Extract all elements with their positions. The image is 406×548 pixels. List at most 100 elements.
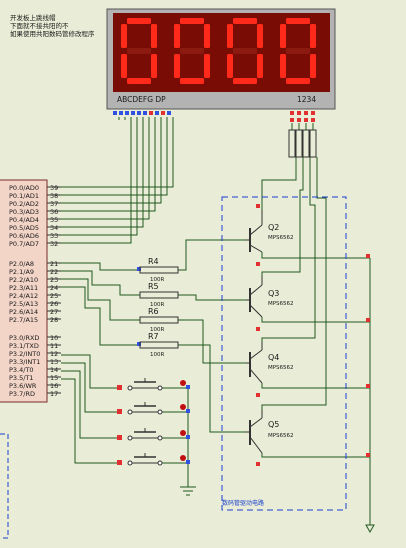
segment-b xyxy=(204,24,210,48)
mcu-pin-label: P2.3/A11 xyxy=(9,284,38,292)
segment-c xyxy=(257,54,263,78)
mcu-pin-number: 12 xyxy=(50,350,58,358)
mcu-pin-number: 16 xyxy=(50,382,58,390)
segment-c xyxy=(204,54,210,78)
segment-e xyxy=(227,54,233,78)
mcu-pin-number: 35 xyxy=(50,216,58,224)
mcu-pin-number: 28 xyxy=(50,316,58,324)
mcu-pin-label: P2.1/A9 xyxy=(9,268,34,276)
segment-f xyxy=(121,24,127,48)
mcu-pin-number: 33 xyxy=(50,232,58,240)
transistor-q2: Q2 MPS6562 xyxy=(246,204,294,266)
segment-d xyxy=(180,78,204,84)
segment-g xyxy=(286,48,310,54)
transistor-q5: Q5 MPS6562 xyxy=(246,410,294,466)
mcu-pin-label: P0.0/AD0 xyxy=(9,184,39,192)
transistor-q3: Q3 MPS6562 xyxy=(246,276,294,331)
mcu-pin-number: 21 xyxy=(50,260,58,268)
segment-pins xyxy=(113,111,171,115)
segment-d xyxy=(127,78,151,84)
segment-e xyxy=(280,54,286,78)
mcu-pin-label: P3.2/INT0 xyxy=(9,350,40,358)
mcu-pin-label: P2.7/A15 xyxy=(9,316,38,324)
segment-b xyxy=(151,24,157,48)
mcu-pin-label: P2.0/A8 xyxy=(9,260,34,268)
segment-a xyxy=(127,18,151,24)
transistor-label: Q2 xyxy=(268,223,279,232)
mcu-pin-number: 27 xyxy=(50,308,58,316)
segment-g xyxy=(127,48,151,54)
mcu-pin-label: P3.0/RXD xyxy=(9,334,39,342)
mcu-pin-label: P0.7/AD7 xyxy=(9,240,39,248)
push-buttons[interactable] xyxy=(117,378,190,466)
mcu-pin-label: P0.3/AD3 xyxy=(9,208,39,216)
transistor-q4: Q4 MPS6562 xyxy=(246,342,294,397)
mcu-pin-number: 22 xyxy=(50,268,58,276)
resistor-r4: R4 100R xyxy=(139,257,179,283)
mcu-pin-number: 37 xyxy=(50,200,58,208)
mcu-pin-label: P3.6/WR xyxy=(9,382,37,390)
mcu-pin-label: P3.7/RD xyxy=(9,390,35,398)
mcu-pin-number: 15 xyxy=(50,374,58,382)
resistor-label: R7 xyxy=(148,332,159,341)
rail-dots xyxy=(366,254,370,457)
mcu-pin-label: P0.1/AD1 xyxy=(9,192,39,200)
mcu-pin-number: 10 xyxy=(50,334,58,342)
driver-box-label: 数码管驱动电路 xyxy=(222,499,264,507)
segment-b xyxy=(310,24,316,48)
mcu-pin-label: P0.6/AD6 xyxy=(9,232,39,240)
segment-d xyxy=(286,78,310,84)
segment-g xyxy=(180,48,204,54)
mcu-pin-label: P2.4/A12 xyxy=(9,292,38,300)
mcu-pin-number: 39 xyxy=(50,184,58,192)
mcu-pin-number: 26 xyxy=(50,300,58,308)
transistor-part: MPS6562 xyxy=(268,433,294,439)
resistor-label: R5 xyxy=(148,282,159,291)
mcu-pin-label: P3.1/TXD xyxy=(9,342,39,350)
transistor-label: Q5 xyxy=(268,420,279,429)
transistor-part: MPS6562 xyxy=(268,365,294,371)
segment-c xyxy=(151,54,157,78)
mcu-pin-label: P2.6/A14 xyxy=(9,308,38,316)
transistor-label: Q3 xyxy=(268,289,279,298)
segment-e xyxy=(174,54,180,78)
driver-circuit-box xyxy=(221,196,347,511)
mcu-pin-label: P2.5/A13 xyxy=(9,300,38,308)
seven-segment-display: ABCDEFG DP 1234 xyxy=(106,8,336,110)
segment-f xyxy=(227,24,233,48)
segment-f xyxy=(280,24,286,48)
transistor-label: Q4 xyxy=(268,353,279,362)
mcu-pin-number: 36 xyxy=(50,208,58,216)
note-line-1: 开发板上跳线帽 xyxy=(10,13,56,22)
mcu-pin-number: 13 xyxy=(50,358,58,366)
mcu-pin-label: P0.5/AD5 xyxy=(9,224,39,232)
mcu-pin-label: P3.3/INT1 xyxy=(9,358,40,366)
segment-b xyxy=(257,24,263,48)
resistor-value: 100R xyxy=(150,352,164,358)
segment-d xyxy=(233,78,257,84)
resistor-r7: R7 100R xyxy=(139,332,179,358)
transistor-part: MPS6562 xyxy=(268,235,294,241)
resistor-r6: R6 100R xyxy=(139,307,179,333)
segment-a xyxy=(286,18,310,24)
mcu-pin-number: 17 xyxy=(50,390,58,398)
mcu-pin-number: 25 xyxy=(50,292,58,300)
digit-pins xyxy=(290,111,315,122)
note-line-3: 如果使用共阳数码管修改程序 xyxy=(10,29,95,38)
mcu-pin-number: 34 xyxy=(50,224,58,232)
mcu-pin-number: 11 xyxy=(50,342,58,350)
resistor-r5: R5 100R xyxy=(139,282,179,308)
mcu-pin-label: P3.4/T0 xyxy=(9,366,34,374)
mcu-pin-number: 14 xyxy=(50,366,58,374)
digit-resistors xyxy=(288,129,317,158)
resistor-label: R4 xyxy=(148,257,159,266)
schematic-canvas: 开发板上跳线帽 下面就不接共阳的不 如果使用共阳数码管修改程序 ABCDEFG … xyxy=(0,8,375,539)
resistor-label: R6 xyxy=(148,307,159,316)
mcu-pin-number: 32 xyxy=(50,240,58,248)
partial-box xyxy=(0,433,9,539)
mcu-pin-label: P0.4/AD4 xyxy=(9,216,39,224)
segment-pin-label: ABCDEFG DP xyxy=(117,95,166,104)
digit-pin-label: 1234 xyxy=(297,95,316,104)
segment-a xyxy=(180,18,204,24)
segment-g xyxy=(233,48,257,54)
